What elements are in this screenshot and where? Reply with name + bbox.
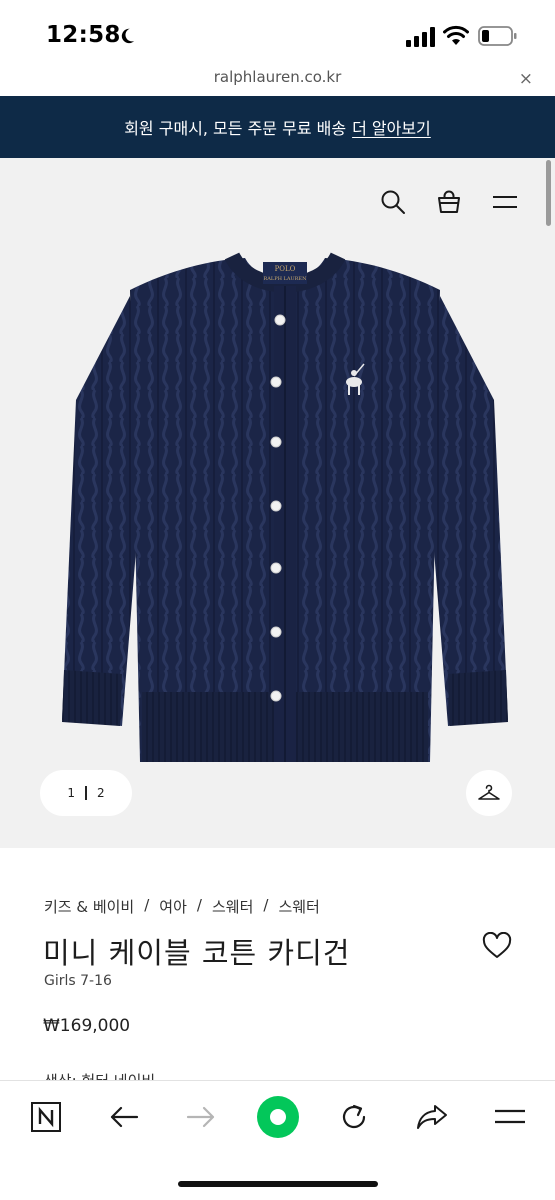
promo-banner: 회원 구매시, 모든 주문 무료 배송 더 알아보기: [0, 96, 555, 158]
browser-url-bar[interactable]: ralphlauren.co.kr ×: [0, 64, 555, 96]
svg-text:POLO: POLO: [275, 265, 296, 273]
status-time: 12:58: [46, 22, 121, 48]
pager-total: 2: [97, 786, 105, 800]
search-icon[interactable]: [379, 188, 407, 216]
url-text[interactable]: ralphlauren.co.kr: [0, 68, 555, 86]
wifi-icon: [443, 25, 469, 45]
hanger-icon: [478, 784, 500, 800]
reload-icon: [342, 1104, 366, 1129]
product-price: ₩169,000: [43, 1016, 131, 1036]
moon-icon: [121, 28, 135, 44]
close-icon[interactable]: ×: [519, 69, 533, 89]
color-label-text: 색상: 헌터 네이비: [44, 1070, 155, 1080]
size-guide-button[interactable]: [466, 770, 512, 816]
browser-toolbar: [0, 1080, 555, 1200]
breadcrumb: 키즈 & 베이비 / 여아 / 스웨터 / 스웨터: [44, 896, 320, 917]
pager-current: 1: [67, 786, 75, 800]
forward-arrow-icon: [186, 1106, 215, 1128]
more-menu-button[interactable]: [490, 1097, 530, 1137]
promo-text: 회원 구매시, 모든 주문 무료 배송: [124, 119, 347, 138]
back-button[interactable]: [104, 1097, 144, 1137]
product-subtitle: Girls 7-16: [44, 973, 112, 989]
svg-text:RALPH LAUREN: RALPH LAUREN: [264, 276, 308, 282]
breadcrumb-item-sweaters[interactable]: 스웨터: [212, 896, 253, 917]
naver-home-button[interactable]: [26, 1097, 66, 1137]
breadcrumb-separator: /: [263, 896, 269, 914]
status-bar: 12:58: [0, 0, 555, 64]
promo-learn-more-link[interactable]: 더 알아보기: [352, 115, 431, 139]
breadcrumb-item-sweaters-2[interactable]: 스웨터: [278, 896, 319, 917]
reload-button[interactable]: [334, 1097, 374, 1137]
signal-icon: [406, 27, 435, 47]
heart-icon[interactable]: [482, 932, 512, 960]
green-dot-button[interactable]: [256, 1095, 300, 1139]
share-button[interactable]: [412, 1097, 452, 1137]
breadcrumb-separator: /: [144, 896, 150, 914]
product-image-cardigan: POLO RALPH LAUREN: [62, 251, 508, 762]
share-icon: [417, 1105, 447, 1129]
menu-icon[interactable]: [491, 188, 519, 216]
product-color-label: 색상: 헌터 네이비: [44, 1070, 155, 1080]
menu-icon: [495, 1109, 525, 1124]
shopping-bag-icon[interactable]: [435, 188, 463, 216]
product-info: 키즈 & 베이비 / 여아 / 스웨터 / 스웨터 미니 케이블 코튼 카디건 …: [0, 848, 555, 1080]
battery-icon: [478, 26, 517, 46]
forward-button[interactable]: [181, 1097, 221, 1137]
scrollbar[interactable]: [546, 160, 551, 226]
green-dot-icon: [257, 1096, 299, 1138]
naver-home-icon: [31, 1102, 61, 1132]
breadcrumb-separator: /: [196, 896, 202, 914]
breadcrumb-item-kids-baby[interactable]: 키즈 & 베이비: [44, 896, 134, 917]
product-title: 미니 케이블 코튼 카디건: [43, 936, 351, 970]
breadcrumb-item-girls[interactable]: 여아: [159, 896, 187, 917]
product-gallery[interactable]: POLO RALPH LAUREN 1 2: [0, 158, 555, 848]
pager-separator: [85, 786, 87, 800]
home-indicator: [178, 1181, 378, 1187]
back-arrow-icon: [110, 1106, 139, 1128]
gallery-pager[interactable]: 1 2: [40, 770, 132, 816]
